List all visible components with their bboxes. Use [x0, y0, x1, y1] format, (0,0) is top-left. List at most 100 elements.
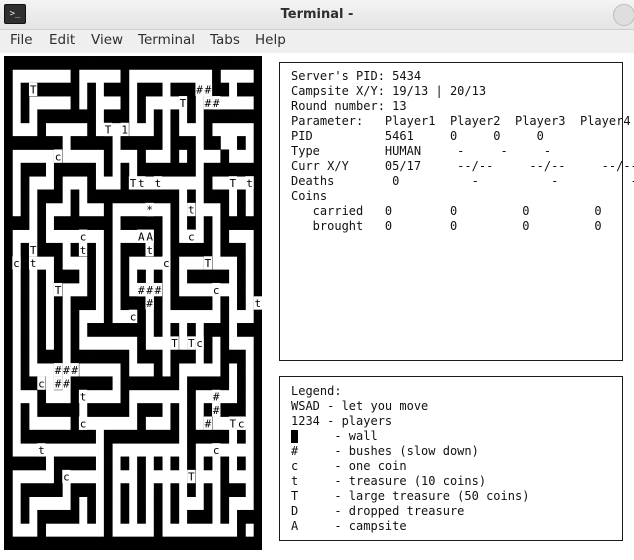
maze-item: # [146, 297, 153, 310]
deaths-row: Deaths 0 - - - [291, 174, 634, 188]
maze-wall [70, 162, 80, 177]
maze-wall [37, 296, 47, 311]
menu-terminal[interactable]: Terminal [138, 32, 195, 48]
maze-wall [4, 349, 13, 364]
maze-wall [245, 509, 255, 524]
menu-file[interactable]: File [10, 32, 33, 48]
maze-wall [187, 109, 196, 124]
maze-wall [162, 56, 171, 70]
maze-wall [103, 149, 113, 164]
maze-wall [170, 323, 180, 337]
maze-wall [20, 416, 30, 431]
maze-wall [237, 202, 246, 217]
maze-wall [37, 349, 47, 364]
maze-wall [4, 282, 13, 297]
maze-wall [28, 136, 38, 150]
maze-wall [153, 483, 163, 497]
coins-carried-row: carried 0 0 0 0 [291, 204, 602, 218]
maze-wall [170, 256, 180, 271]
maze-wall [253, 242, 262, 257]
legend-panel: Legend: WSAD - let you move 1234 - playe… [279, 376, 623, 541]
maze-wall [220, 496, 230, 511]
maze-wall [120, 242, 130, 257]
maze-wall [162, 536, 171, 550]
menu-tabs[interactable]: Tabs [210, 32, 240, 48]
menu-edit[interactable]: Edit [49, 32, 75, 48]
maze-wall [4, 296, 13, 311]
maze-wall [170, 269, 180, 284]
maze-wall [78, 376, 88, 391]
maze-wall [220, 296, 230, 311]
maze-wall [212, 536, 221, 550]
maze-wall [4, 269, 13, 284]
maze-wall [237, 509, 246, 524]
maze-wall [87, 269, 96, 284]
maze-wall [253, 256, 262, 271]
maze-wall [20, 202, 30, 217]
maze-item: A [138, 230, 145, 243]
maze-wall [78, 216, 88, 230]
maze-item: # [55, 377, 62, 390]
maze-wall [153, 376, 163, 391]
maze-wall [220, 149, 230, 164]
maze-wall [87, 282, 96, 297]
maze-wall [87, 136, 96, 150]
maze-wall [53, 189, 63, 204]
maze-wall [137, 416, 146, 431]
maze-wall [170, 189, 180, 204]
maze-wall [145, 216, 155, 230]
maze-wall [95, 136, 105, 150]
maze-wall [128, 323, 138, 337]
maze-wall [228, 109, 238, 124]
maze-wall [203, 229, 213, 244]
menu-view[interactable]: View [91, 32, 123, 48]
maze-wall [37, 242, 47, 257]
maze-wall [28, 483, 38, 497]
maze-wall [95, 189, 105, 204]
maze-wall [37, 536, 47, 550]
maze-wall [128, 376, 138, 391]
maze-item: c [80, 230, 87, 243]
maze-wall [4, 136, 13, 150]
maze-wall [137, 403, 146, 417]
type-row: Type HUMAN - - - [291, 144, 552, 158]
maze-wall [103, 509, 113, 524]
maze-wall [237, 189, 246, 204]
maze-wall [220, 242, 230, 257]
maze-wall [153, 242, 163, 257]
maze-wall [253, 363, 262, 377]
maze-wall [120, 389, 130, 404]
maze-wall [78, 349, 88, 364]
maze-wall [70, 496, 80, 511]
title-bar: >_ Terminal - [0, 0, 634, 30]
maze-wall [20, 403, 30, 417]
maze-wall [37, 336, 47, 351]
maze-wall [4, 229, 13, 244]
maze-item: c [213, 444, 220, 457]
maze-wall [137, 376, 146, 391]
maze-wall [153, 296, 163, 311]
menu-bar: File Edit View Terminal Tabs Help [0, 30, 634, 52]
maze-wall [120, 376, 130, 391]
maze-wall [137, 309, 146, 324]
maze-wall [53, 509, 63, 524]
maze-wall [53, 296, 63, 311]
maze-wall [212, 162, 221, 177]
menu-help[interactable]: Help [255, 32, 286, 48]
maze-wall [237, 349, 246, 364]
maze-wall [37, 309, 47, 324]
maze-wall [237, 242, 246, 257]
maze-wall [203, 296, 213, 311]
maze-wall [220, 403, 230, 417]
maze-wall [253, 429, 262, 444]
maze-wall [20, 109, 30, 124]
maze-wall [4, 176, 13, 190]
close-icon[interactable] [613, 4, 634, 26]
maze-wall [70, 323, 80, 337]
maze-wall [20, 509, 30, 524]
maze-wall [187, 416, 196, 431]
maze-wall [103, 136, 113, 150]
maze-item: c [13, 257, 20, 270]
maze-wall [62, 82, 71, 97]
maze-wall [45, 189, 55, 204]
